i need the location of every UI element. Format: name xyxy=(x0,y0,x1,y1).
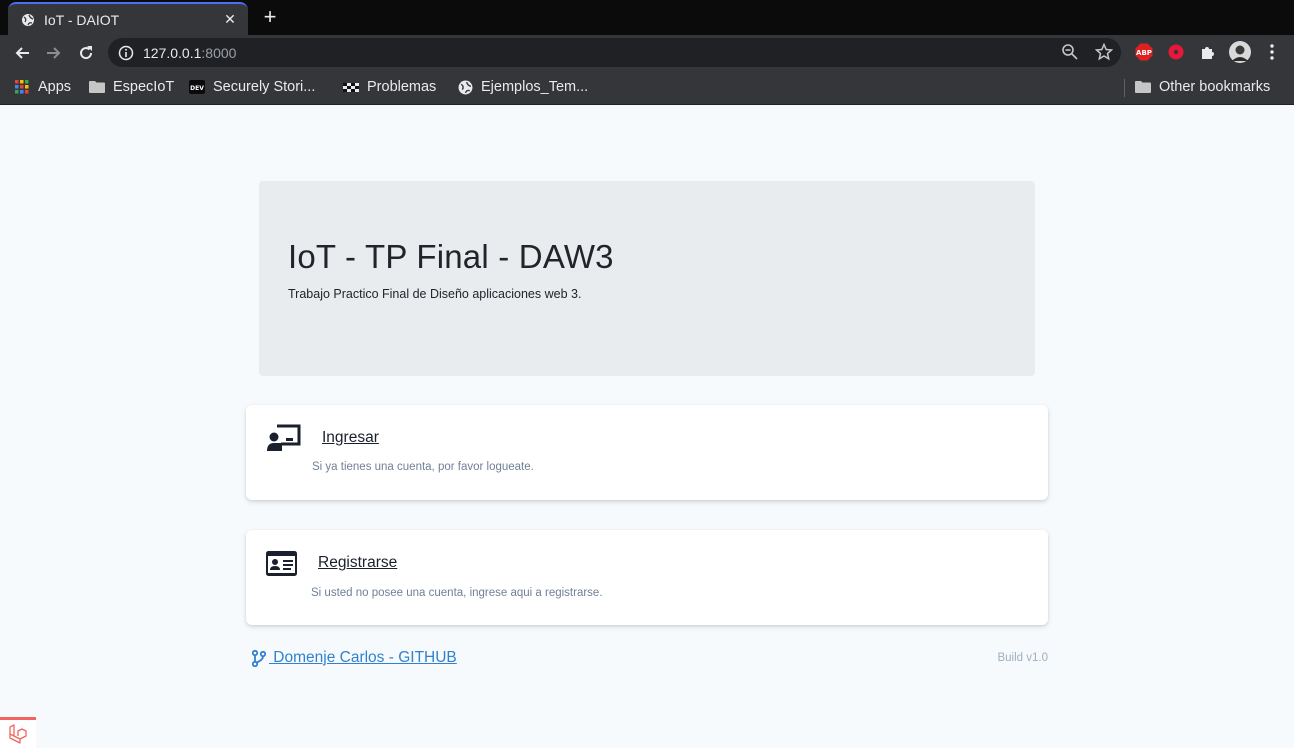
folder-icon xyxy=(89,79,105,95)
svg-text:ABP: ABP xyxy=(1136,49,1152,57)
bookmark-label: EspecIoT xyxy=(113,79,175,95)
bookmark-label: Problemas xyxy=(367,79,437,95)
laravel-debugbar-button[interactable] xyxy=(0,717,36,748)
register-description: Si usted no posee una cuenta, ingrese aq… xyxy=(311,587,603,599)
arrow-left-icon xyxy=(15,47,29,59)
user-presentation-icon xyxy=(267,424,301,454)
forward-button[interactable] xyxy=(40,39,68,67)
checker-icon xyxy=(343,79,359,95)
bookmark-securely-storing[interactable]: DEV Securely Stori... xyxy=(189,78,315,96)
star-icon[interactable] xyxy=(1095,43,1113,61)
login-card: Ingresar Si ya tienes una cuenta, por fa… xyxy=(246,405,1048,500)
tab-strip: IoT - DAIOT ✕ + xyxy=(0,0,1294,35)
github-link[interactable]: Domenje Carlos - GITHUB xyxy=(252,649,457,667)
bookmark-label: Apps xyxy=(38,79,72,95)
build-version: Build v1.0 xyxy=(997,652,1048,664)
bookmark-label: Other bookmarks xyxy=(1159,79,1271,95)
bookmark-ejemplos[interactable]: Ejemplos_Tem... xyxy=(457,78,588,96)
dev-icon: DEV xyxy=(189,79,205,95)
address-bar[interactable]: 127.0.0.1:8000 xyxy=(108,38,1121,67)
login-description: Si ya tienes una cuenta, por favor logue… xyxy=(312,461,534,473)
url-port: :8000 xyxy=(201,44,237,61)
globe-icon xyxy=(20,12,36,28)
url-host: 127.0.0.1 xyxy=(143,44,202,61)
bookmarks-bar: Apps EspecIoT DEV Securely Stori... Prob… xyxy=(0,70,1294,105)
tab-title: IoT - DAIOT xyxy=(44,11,120,28)
kebab-menu-icon[interactable] xyxy=(1262,42,1282,62)
bookmarks-divider xyxy=(1124,79,1125,97)
github-link-label: Domenje Carlos - GITHUB xyxy=(269,649,457,666)
new-tab-button[interactable]: + xyxy=(258,6,282,30)
hero-banner: IoT - TP Final - DAW3 Trabajo Practico F… xyxy=(259,181,1035,376)
page-content: IoT - TP Final - DAW3 Trabajo Practico F… xyxy=(0,105,1294,748)
bookmark-label: Securely Stori... xyxy=(213,79,316,95)
puzzle-icon[interactable] xyxy=(1198,42,1218,62)
globe-icon xyxy=(457,79,473,95)
back-button[interactable] xyxy=(8,39,36,67)
laravel-icon xyxy=(9,724,27,744)
svg-text:DEV: DEV xyxy=(190,85,204,92)
adblock-icon[interactable]: ABP xyxy=(1134,42,1154,62)
close-icon[interactable]: ✕ xyxy=(220,11,240,28)
browser-tab[interactable]: IoT - DAIOT ✕ xyxy=(8,2,248,35)
id-card-icon xyxy=(266,551,300,581)
info-icon xyxy=(118,45,134,60)
avatar[interactable] xyxy=(1229,41,1251,63)
bookmark-label: Ejemplos_Tem... xyxy=(481,79,589,95)
page-title: IoT - TP Final - DAW3 xyxy=(288,238,614,275)
register-card: Registrarse Si usted no posee una cuenta… xyxy=(246,530,1048,625)
folder-icon xyxy=(1135,79,1151,95)
bookmark-especiot[interactable]: EspecIoT xyxy=(89,78,174,96)
arrow-right-icon xyxy=(47,47,61,59)
reload-icon xyxy=(80,46,93,60)
apps-grid-icon xyxy=(14,79,30,95)
register-link[interactable]: Registrarse xyxy=(318,554,397,572)
git-branch-icon xyxy=(252,649,266,667)
browser-toolbar: 127.0.0.1:8000 ABP xyxy=(0,35,1294,70)
login-link[interactable]: Ingresar xyxy=(322,429,379,447)
record-extension-icon[interactable] xyxy=(1166,42,1186,62)
bookmark-apps[interactable]: Apps xyxy=(14,78,71,96)
bookmark-problemas[interactable]: Problemas xyxy=(343,78,436,96)
zoom-icon[interactable] xyxy=(1061,43,1079,61)
other-bookmarks[interactable]: Other bookmarks xyxy=(1135,78,1270,96)
reload-button[interactable] xyxy=(72,39,100,67)
page-subtitle: Trabajo Practico Final de Diseño aplicac… xyxy=(288,287,582,301)
